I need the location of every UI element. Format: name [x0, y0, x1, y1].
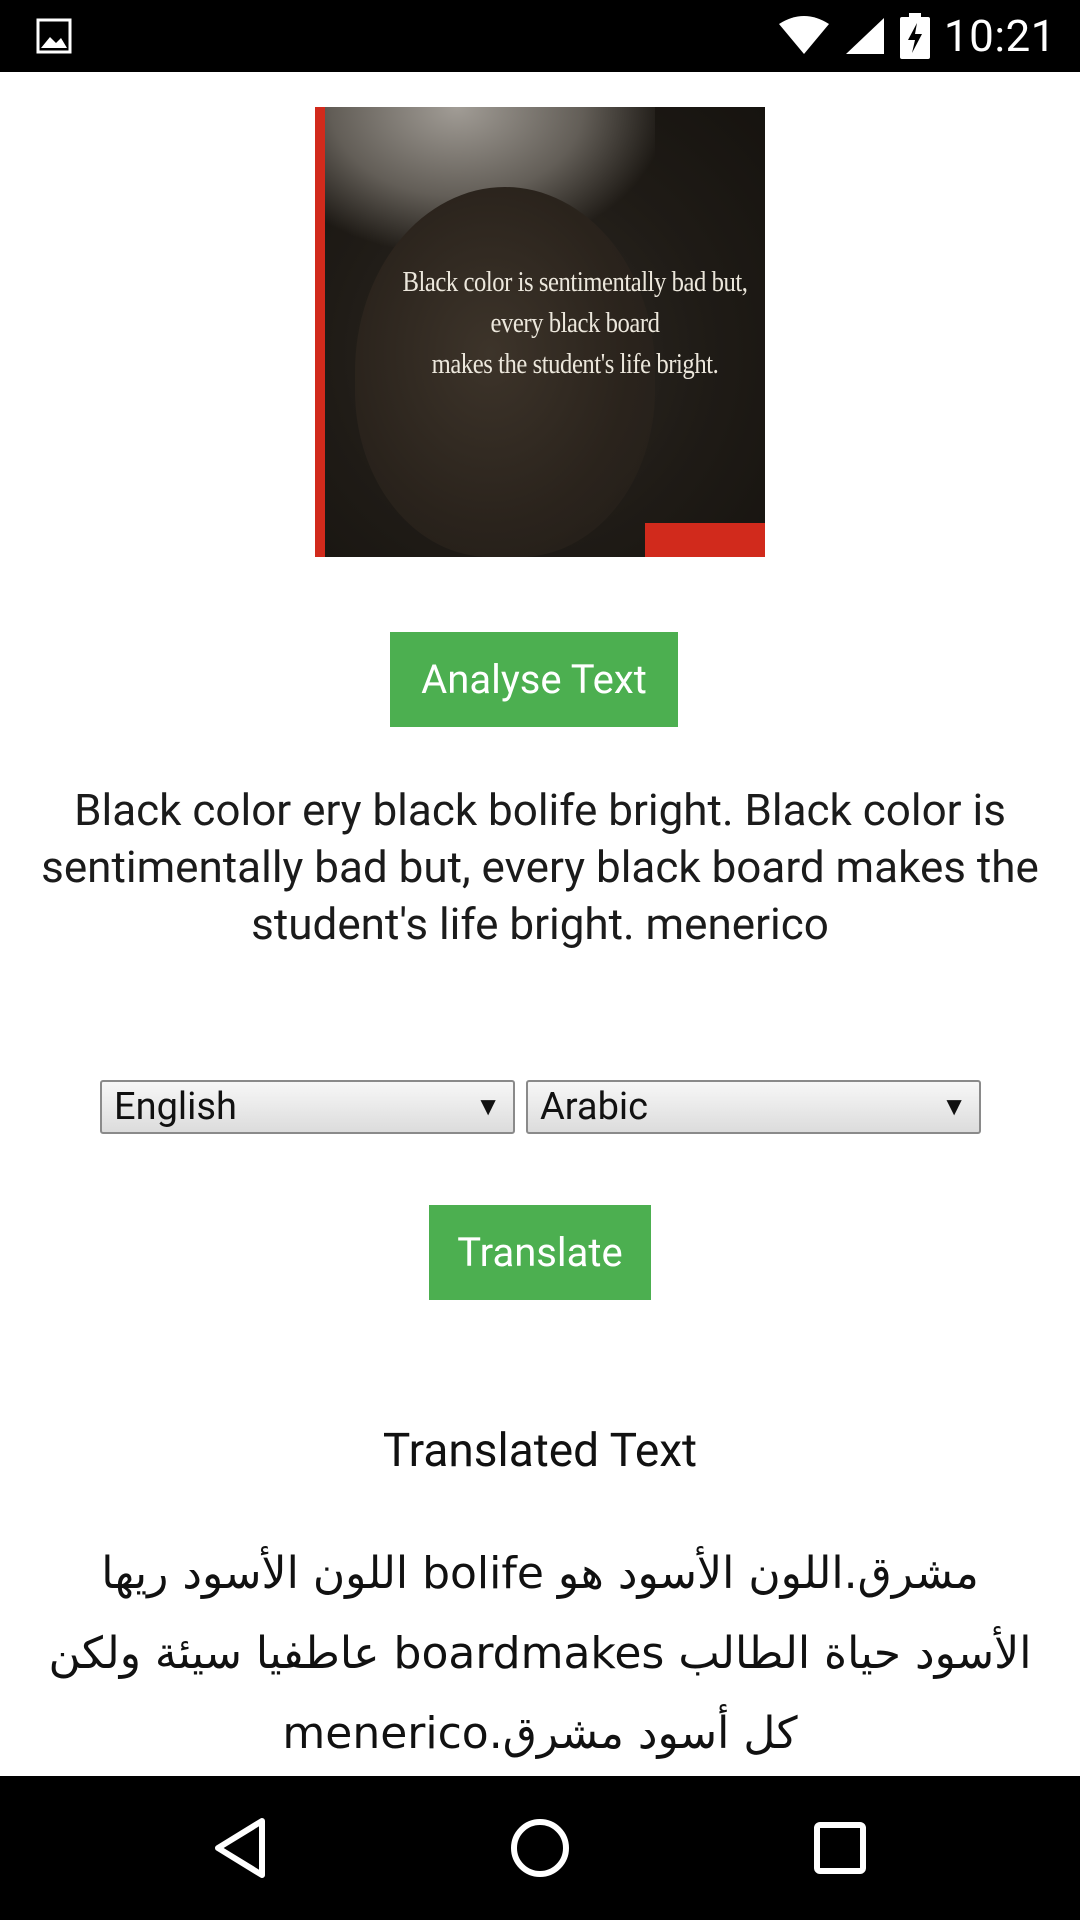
quote-line: Black color is sentimentally bad but,	[402, 267, 748, 298]
image-notification-icon	[36, 18, 72, 54]
back-icon	[215, 1818, 265, 1878]
cell-signal-icon	[845, 18, 884, 54]
recents-button[interactable]	[770, 1776, 910, 1920]
home-icon	[511, 1819, 569, 1877]
dropdown-arrow-icon: ▼	[941, 1091, 967, 1122]
target-language-select[interactable]: Arabic ▼	[526, 1080, 981, 1134]
main-content: Black color is sentimentally bad but, ev…	[0, 72, 1080, 1776]
wifi-icon	[778, 16, 829, 54]
recognized-text: Black color ery black bolife bright. Bla…	[41, 784, 1039, 950]
translated-text-heading: Translated Text	[382, 1424, 698, 1478]
recents-icon	[814, 1822, 866, 1874]
image-quote-text: Black color is sentimentally bad but, ev…	[399, 262, 751, 385]
source-language-value: English	[114, 1085, 237, 1129]
analyzed-image: Black color is sentimentally bad but, ev…	[315, 107, 765, 557]
home-button[interactable]	[470, 1776, 610, 1920]
translated-text: مشرق.اللون الأسود هو bolife اللون الأسود…	[48, 1548, 1032, 1759]
dropdown-arrow-icon: ▼	[475, 1091, 501, 1122]
quote-line: every black board	[490, 308, 660, 339]
target-language-value: Arabic	[540, 1085, 649, 1129]
image-credit-tag	[645, 523, 765, 557]
source-language-select[interactable]: English ▼	[100, 1080, 515, 1134]
image-red-strip	[315, 107, 325, 557]
navigation-bar	[0, 1776, 1080, 1920]
back-button[interactable]	[170, 1776, 310, 1920]
status-icons: 10:21	[778, 0, 1056, 72]
quote-line: makes the student's life bright.	[431, 349, 719, 380]
translate-button[interactable]: Translate	[429, 1205, 651, 1300]
battery-charging-icon	[899, 13, 930, 59]
status-bar: 10:21	[0, 0, 1080, 72]
status-time: 10:21	[943, 10, 1056, 62]
analyse-text-button[interactable]: Analyse Text	[390, 632, 678, 727]
